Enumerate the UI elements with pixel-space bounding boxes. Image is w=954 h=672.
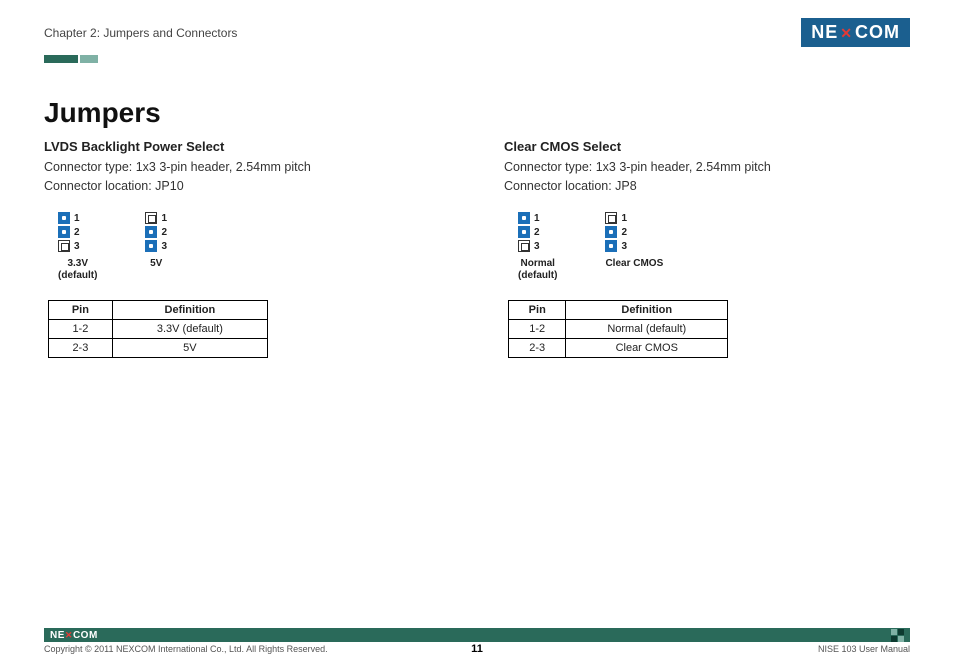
manual-name: NISE 103 User Manual (818, 644, 910, 654)
pin-number: 2 (621, 226, 627, 240)
pin-number: 2 (534, 226, 540, 240)
footer-bar: NE✕COM (44, 628, 910, 642)
cmos-j1-sub: (default) (518, 270, 557, 282)
pin-icon (605, 226, 617, 238)
cmos-connector-location: Connector location: JP8 (504, 177, 884, 196)
footer-logo-left: NE (50, 630, 65, 641)
chapter-label: Chapter 2: Jumpers and Connectors (44, 26, 237, 40)
th-pin: Pin (509, 300, 566, 319)
pin-icon (145, 226, 157, 238)
pin-number: 3 (161, 240, 167, 254)
cmos-connector-type: Connector type: 1x3 3-pin header, 2.54mm… (504, 158, 884, 177)
footer-x-icon: ✕ (65, 630, 73, 640)
pin-number: 3 (74, 240, 80, 254)
th-pin: Pin (49, 300, 113, 319)
pin-icon (58, 212, 70, 224)
pin-number: 1 (534, 212, 540, 226)
cell-def: 3.3V (default) (112, 319, 267, 338)
lvds-connector-location: Connector location: JP10 (44, 177, 424, 196)
pin-number: 1 (74, 212, 80, 226)
cmos-jumper-normal: 1 2 3 Normal (default) (518, 212, 557, 282)
pin-icon (518, 226, 530, 238)
pin-number: 3 (621, 240, 627, 254)
lvds-jumper-5v: 1 2 3 5V (145, 212, 167, 282)
header-accent-bar (44, 55, 910, 63)
lvds-j1-sub: (default) (58, 270, 97, 282)
page-number: 11 (471, 643, 483, 655)
cell-def: 5V (112, 338, 267, 357)
section-lvds: LVDS Backlight Power Select Connector ty… (44, 139, 424, 358)
cmos-definition-table: Pin Definition 1-2 Normal (default) 2-3 … (508, 300, 728, 358)
cell-pin: 1-2 (49, 319, 113, 338)
pin-number: 1 (161, 212, 167, 226)
cell-pin: 2-3 (509, 338, 566, 357)
brand-logo: NE ✕ COM (801, 18, 910, 47)
cell-def: Normal (default) (566, 319, 728, 338)
lvds-j1-label: 3.3V (58, 258, 97, 270)
cell-def: Clear CMOS (566, 338, 728, 357)
cmos-heading: Clear CMOS Select (504, 139, 884, 154)
cell-pin: 2-3 (49, 338, 113, 357)
pin-icon (518, 240, 530, 252)
pin-icon (145, 212, 157, 224)
pin-icon (605, 212, 617, 224)
section-cmos: Clear CMOS Select Connector type: 1x3 3-… (504, 139, 884, 358)
lvds-heading: LVDS Backlight Power Select (44, 139, 424, 154)
pin-number: 2 (161, 226, 167, 240)
copyright-text: Copyright © 2011 NEXCOM International Co… (44, 644, 328, 654)
lvds-definition-table: Pin Definition 1-2 3.3V (default) 2-3 5V (48, 300, 268, 358)
pin-icon (58, 240, 70, 252)
lvds-jumper-3v3: 1 2 3 3.3V (default) (58, 212, 97, 282)
logo-x-icon: ✕ (840, 25, 853, 42)
pin-number: 1 (621, 212, 627, 226)
page-title: Jumpers (44, 97, 910, 129)
th-def: Definition (112, 300, 267, 319)
pin-icon (145, 240, 157, 252)
cmos-j2-label: Clear CMOS (605, 258, 663, 270)
footer-logo: NE✕COM (50, 630, 98, 641)
cmos-j1-label: Normal (518, 258, 557, 270)
lvds-j2-label: 5V (145, 258, 167, 270)
lvds-connector-type: Connector type: 1x3 3-pin header, 2.54mm… (44, 158, 424, 177)
footer-logo-right: COM (73, 630, 98, 641)
pin-number: 3 (534, 240, 540, 254)
pin-number: 2 (74, 226, 80, 240)
table-row: 1-2 3.3V (default) (49, 319, 268, 338)
footer-blocks-icon (891, 629, 904, 642)
table-row: 2-3 Clear CMOS (509, 338, 728, 357)
th-def: Definition (566, 300, 728, 319)
cmos-jumper-clear: 1 2 3 Clear CMOS (605, 212, 663, 282)
logo-text-right: COM (855, 22, 900, 43)
logo-text-left: NE (811, 22, 838, 43)
cell-pin: 1-2 (509, 319, 566, 338)
pin-icon (518, 212, 530, 224)
pin-icon (605, 240, 617, 252)
table-row: 2-3 5V (49, 338, 268, 357)
pin-icon (58, 226, 70, 238)
table-row: 1-2 Normal (default) (509, 319, 728, 338)
